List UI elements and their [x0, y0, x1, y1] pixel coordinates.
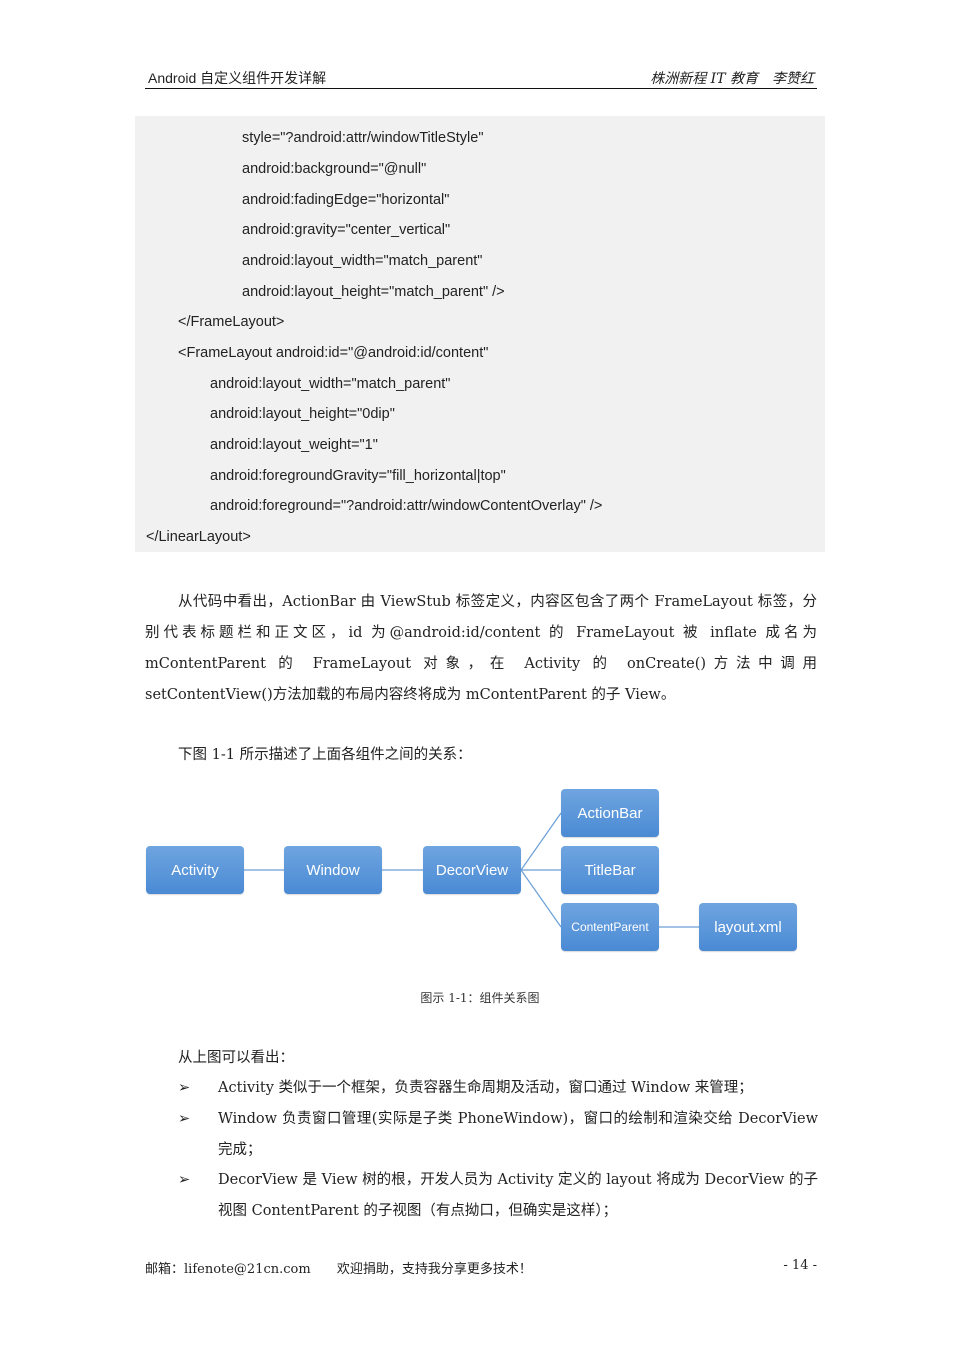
node-decorview: DecorView: [423, 846, 521, 894]
node-titlebar: TitleBar: [561, 846, 659, 894]
code-line: android:fadingEdge="horizontal": [242, 192, 450, 208]
code-line: android:layout_height="match_parent" />: [242, 284, 505, 300]
node-layout-xml: layout.xml: [699, 903, 797, 951]
bullet-text: DecorView 是 View 树的根，开发人员为 Activity 定义的 …: [218, 1172, 818, 1219]
code-line: android:layout_width="match_parent": [242, 253, 483, 269]
bullet-arrow-icon: ➢: [178, 1172, 191, 1188]
code-line: android:foreground="?android:attr/window…: [210, 498, 603, 514]
page-number: - 14 -: [783, 1258, 817, 1273]
code-line: </FrameLayout>: [178, 314, 285, 330]
publisher: 株洲新程 IT 教育: [650, 71, 758, 87]
footer-slogan: 欢迎捐助，支持我分享更多技术！: [336, 1262, 532, 1277]
node-contentparent: ContentParent: [561, 903, 659, 951]
paragraph-conclusion-intro: 从上图可以看出：: [178, 1050, 294, 1066]
code-block: style="?android:attr/windowTitleStyle" a…: [135, 116, 825, 552]
code-line: android:layout_height="0dip": [210, 406, 395, 422]
book-title: Android 自定义组件开发详解: [148, 70, 327, 86]
code-line: android:layout_width="match_parent": [210, 376, 451, 392]
code-line: android:gravity="center_vertical": [242, 222, 451, 238]
figure-caption: 图示 1-1：组件关系图: [420, 991, 540, 1005]
code-line: android:foregroundGravity="fill_horizont…: [210, 468, 506, 484]
node-actionbar: ActionBar: [561, 789, 659, 837]
code-line: <FrameLayout android:id="@android:id/con…: [178, 345, 489, 361]
footer-email: 邮箱：lifenote@21cn.com: [145, 1262, 311, 1277]
bullet-arrow-icon: ➢: [178, 1111, 191, 1127]
code-line: android:layout_weight="1": [210, 437, 378, 453]
node-activity: Activity: [146, 846, 244, 894]
node-window: Window: [284, 846, 382, 894]
bullet-text: Activity 类似于一个框架，负责容器生命周期及活动，窗口通过 Window…: [218, 1080, 753, 1096]
header-right: 株洲新程 IT 教育 李赞红: [636, 68, 814, 88]
paragraph-figure-intro: 下图 1-1 所示描述了上面各组件之间的关系：: [178, 747, 472, 763]
author: 李赞红: [772, 71, 814, 87]
paragraph-explanation: 从代码中看出，ActionBar 由 ViewStub 标签定义，内容区包含了两…: [145, 594, 817, 703]
bullet-text: Window 负责窗口管理(实际是子类 PhoneWindow)，窗口的绘制和渲…: [218, 1111, 818, 1158]
bullet-arrow-icon: ➢: [178, 1080, 191, 1096]
connector-decorview-contentparent: [520, 869, 562, 928]
page-header: Android 自定义组件开发详解 株洲新程 IT 教育 李赞红: [145, 66, 817, 89]
connector-decorview-actionbar: [520, 812, 562, 871]
code-line: style="?android:attr/windowTitleStyle": [242, 130, 484, 146]
code-line: </LinearLayout>: [146, 529, 251, 545]
code-line: android:background="@null": [242, 161, 427, 177]
page-footer: 邮箱：lifenote@21cn.com 欢迎捐助，支持我分享更多技术！ - 1…: [145, 1258, 817, 1277]
